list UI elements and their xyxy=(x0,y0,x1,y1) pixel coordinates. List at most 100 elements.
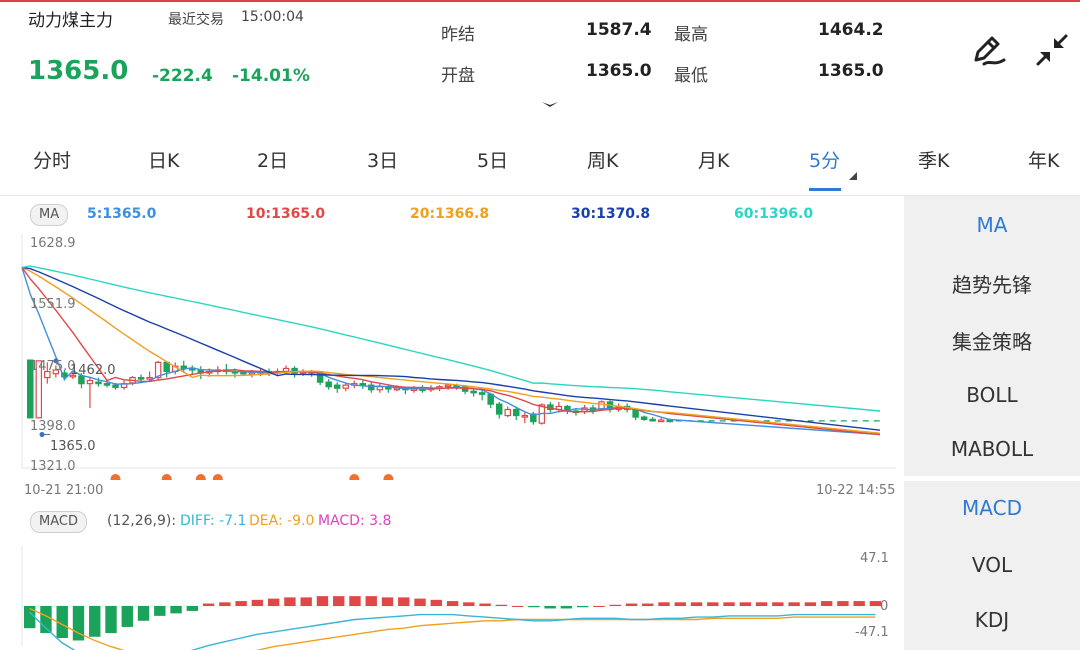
contract-name: 动力煤主力 xyxy=(28,11,113,31)
candle-body xyxy=(95,381,102,385)
time-axis-end: 10-22 14:55 xyxy=(816,483,896,498)
high-value: 1464.2 xyxy=(818,20,884,40)
macd-bar xyxy=(202,603,215,606)
candle xyxy=(495,401,503,419)
candle-body xyxy=(137,376,145,380)
side-item-fund-strategy[interactable]: 集金策略 xyxy=(904,326,1080,355)
candle-body xyxy=(478,392,486,395)
macd-bar xyxy=(235,601,247,606)
macd-bar xyxy=(544,606,556,609)
price-tick-2: 1551.9 xyxy=(30,297,76,312)
macd-bar xyxy=(381,597,394,606)
macd-bar xyxy=(284,597,296,606)
macd-bar xyxy=(121,606,133,627)
last-trade-label: 最近交易 xyxy=(168,12,224,28)
macd-tick-top: 47.1 xyxy=(860,551,889,566)
side-item-kdj[interactable]: KDJ xyxy=(904,608,1080,632)
candle xyxy=(189,365,196,375)
candle-body xyxy=(495,403,503,415)
kline-chart[interactable] xyxy=(0,230,904,480)
side-item-trend-pioneer[interactable]: 趋势先锋 xyxy=(904,269,1080,298)
tab-quarterly-k[interactable]: 季K xyxy=(918,146,949,173)
candle-body xyxy=(470,390,477,394)
tab-intraday[interactable]: 分时 xyxy=(33,146,71,173)
macd-bar xyxy=(446,601,459,606)
macd-params: (12,26,9): xyxy=(107,513,177,529)
price-tick-top: 1628.9 xyxy=(30,236,76,251)
side-item-maboll[interactable]: MABOLL xyxy=(904,437,1080,461)
ma-indicator-tag[interactable]: MA xyxy=(30,204,69,226)
indicator-side-panel xyxy=(904,196,1080,650)
macd-bar xyxy=(316,596,329,606)
tab-weekly-k[interactable]: 周K xyxy=(587,146,618,173)
ma20-legend: 20:1366.8 xyxy=(410,206,490,222)
candle-body xyxy=(666,419,673,423)
tab-dropdown-caret-icon[interactable] xyxy=(848,166,858,185)
macd-chart[interactable] xyxy=(0,540,904,650)
candle-body xyxy=(180,365,187,370)
macd-indicator-tag[interactable]: MACD xyxy=(30,511,87,533)
candle xyxy=(223,363,230,375)
candle-body xyxy=(325,381,332,388)
macd-bar xyxy=(186,606,199,611)
ma20-line xyxy=(21,266,881,434)
macd-bar xyxy=(170,606,182,614)
macd-bar xyxy=(593,606,605,607)
collapse-arrows-icon[interactable] xyxy=(1032,30,1072,74)
macd-bar xyxy=(560,606,573,609)
open-value: 1365.0 xyxy=(586,61,652,81)
macd-dea-legend: DEA: -9.0 xyxy=(249,513,315,529)
macd-bar xyxy=(251,599,264,606)
candle xyxy=(376,383,384,393)
macd-bar xyxy=(89,606,101,637)
top-accent-line xyxy=(0,0,1080,2)
macd-tick-bottom: -47.1 xyxy=(855,625,889,640)
candle xyxy=(564,404,571,415)
macd-bar xyxy=(723,602,735,606)
macd-bar xyxy=(755,602,768,606)
pencil-icon[interactable] xyxy=(968,30,1008,74)
candle-body xyxy=(640,416,648,420)
tab-daily-k[interactable]: 日K xyxy=(148,146,179,173)
side-item-boll[interactable]: BOLL xyxy=(904,383,1080,407)
price-tick-4: 1398.0 xyxy=(30,419,76,434)
side-item-vol[interactable]: VOL xyxy=(904,553,1080,577)
macd-bar xyxy=(576,606,589,608)
tab-2-day[interactable]: 2日 xyxy=(257,146,288,173)
candle xyxy=(359,380,367,389)
candle-body xyxy=(163,361,170,373)
active-tab-underline xyxy=(809,188,841,191)
high-marker-label: 1462.0 xyxy=(70,363,116,378)
ma60-line xyxy=(21,265,881,412)
macd-bar xyxy=(804,602,817,606)
candle xyxy=(120,380,128,390)
tab-yearly-k[interactable]: 年K xyxy=(1028,146,1059,173)
macd-bar xyxy=(528,606,540,608)
candle-body xyxy=(342,384,349,389)
price-tick-3: 1475.0 xyxy=(30,359,76,374)
macd-bar xyxy=(414,598,426,606)
side-panel-separator xyxy=(904,476,1080,481)
candle xyxy=(504,406,511,418)
last-price: 1365.0 xyxy=(28,56,129,86)
tab-5-day[interactable]: 5日 xyxy=(477,146,508,173)
macd-diff-legend: DIFF: -7.1 xyxy=(180,513,247,529)
price-change-percent: -14.01% xyxy=(232,66,310,86)
candle xyxy=(530,411,537,425)
macd-bar xyxy=(105,606,117,634)
ma60-legend: 60:1396.0 xyxy=(734,206,814,222)
tab-monthly-k[interactable]: 月K xyxy=(698,146,729,173)
ma30-legend: 30:1370.8 xyxy=(571,206,651,222)
candle-body xyxy=(112,384,119,389)
prev-settle-label: 昨结 xyxy=(441,25,475,45)
macd-bar xyxy=(707,602,719,606)
chevron-down-icon[interactable] xyxy=(540,96,560,115)
candle-body xyxy=(504,408,511,417)
side-item-macd[interactable]: MACD xyxy=(904,496,1080,520)
signal-dot xyxy=(349,474,360,480)
candle-body xyxy=(657,419,665,423)
tab-5-min[interactable]: 5分 xyxy=(809,146,840,173)
tab-3-day[interactable]: 3日 xyxy=(367,146,398,173)
side-item-ma[interactable]: MA xyxy=(904,213,1080,237)
candle-body xyxy=(333,384,341,389)
